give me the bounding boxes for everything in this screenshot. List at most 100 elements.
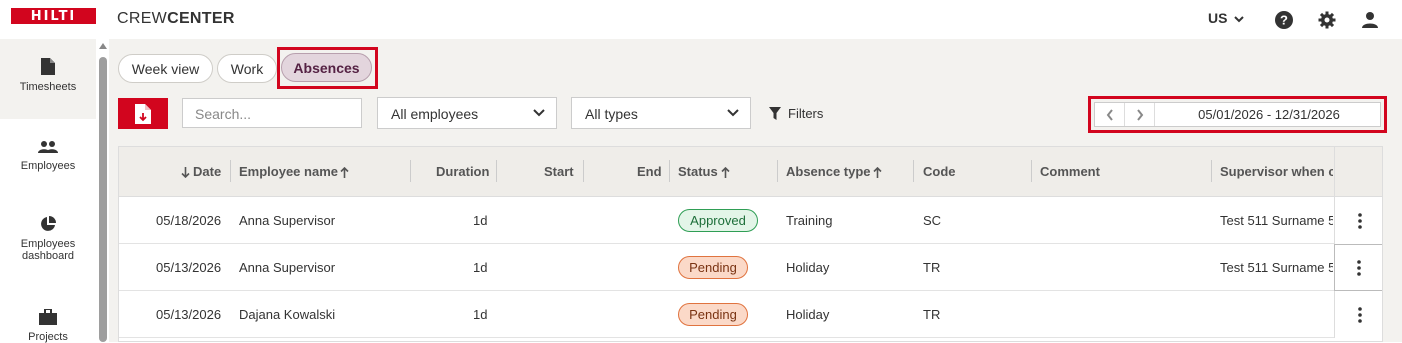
types-select[interactable]: All types bbox=[571, 97, 751, 129]
sidebar-item-employees[interactable]: Employees bbox=[0, 119, 96, 199]
cell-absence-type: Training bbox=[786, 213, 833, 228]
document-icon bbox=[41, 58, 55, 75]
previous-period-button[interactable] bbox=[1095, 103, 1125, 126]
kebab-menu-icon bbox=[1357, 306, 1362, 323]
cell-employee: Anna Supervisor bbox=[239, 260, 336, 275]
arrow-up-icon bbox=[873, 167, 882, 178]
user-icon[interactable] bbox=[1360, 10, 1380, 30]
arrow-up-icon bbox=[340, 167, 349, 178]
app-title-prefix: CREW bbox=[117, 10, 168, 27]
table-row[interactable]: 05/13/2026 Dajana Kowalski 1d Pending Ho… bbox=[119, 291, 1382, 338]
date-range-picker[interactable]: 05/01/2026 - 12/31/2026 bbox=[1094, 102, 1381, 127]
row-actions-button[interactable] bbox=[1334, 244, 1382, 291]
column-header-end[interactable]: End bbox=[637, 164, 662, 179]
column-header-supervisor[interactable]: Supervisor when cr bbox=[1220, 164, 1333, 179]
chevron-right-icon bbox=[1136, 108, 1143, 121]
sidebar-item-label: Timesheets bbox=[19, 81, 77, 93]
chevron-down-icon bbox=[533, 109, 545, 117]
cell-supervisor: Test 511 Surname 5 bbox=[1220, 260, 1333, 275]
column-separator[interactable] bbox=[1211, 160, 1212, 182]
sidebar-scrollbar[interactable] bbox=[97, 39, 109, 342]
hilti-logo[interactable]: HILTI bbox=[11, 8, 96, 24]
language-label: US bbox=[1208, 10, 1228, 26]
cell-code: TR bbox=[923, 307, 941, 322]
sidebar-item-projects[interactable]: Projects bbox=[0, 279, 96, 343]
file-download-icon bbox=[135, 103, 151, 124]
column-header-employee-name[interactable]: Employee name bbox=[239, 164, 338, 179]
gear-icon[interactable] bbox=[1317, 10, 1337, 30]
cell-duration: 1d bbox=[473, 213, 488, 228]
logo-text: HILTI bbox=[30, 8, 77, 24]
scroll-up-arrow-icon[interactable] bbox=[99, 43, 107, 49]
table-row[interactable]: 05/18/2026 Anna Supervisor 1d Approved T… bbox=[119, 197, 1382, 244]
employees-select[interactable]: All employees bbox=[377, 97, 557, 129]
column-separator[interactable] bbox=[1031, 160, 1032, 182]
actions-column-header bbox=[1334, 147, 1382, 197]
chevron-down-icon bbox=[1234, 16, 1245, 23]
status-badge: Pending bbox=[678, 256, 748, 279]
column-header-absence-type[interactable]: Absence type bbox=[786, 164, 871, 179]
date-range-value[interactable]: 05/01/2026 - 12/31/2026 bbox=[1157, 107, 1381, 122]
cell-date: 05/18/2026 bbox=[156, 213, 222, 228]
export-button[interactable] bbox=[118, 98, 168, 129]
sidebar: Timesheets Employees Employees dashboard… bbox=[0, 39, 96, 343]
cell-date: 05/13/2026 bbox=[156, 307, 222, 322]
help-icon[interactable]: ? bbox=[1274, 10, 1294, 30]
people-icon bbox=[38, 141, 58, 153]
tab-week-view[interactable]: Week view bbox=[118, 54, 213, 83]
row-actions-button[interactable] bbox=[1334, 197, 1382, 244]
language-selector[interactable]: US bbox=[1208, 10, 1245, 26]
cell-supervisor: Test 511 Surname 5 bbox=[1220, 213, 1333, 228]
column-header-start[interactable]: Start bbox=[544, 164, 574, 179]
cell-code: TR bbox=[923, 260, 941, 275]
cell-employee: Dajana Kowalski bbox=[239, 307, 336, 322]
chevron-left-icon bbox=[1106, 108, 1113, 121]
column-separator[interactable] bbox=[913, 160, 914, 182]
filter-icon bbox=[769, 107, 781, 120]
row-actions-button[interactable] bbox=[1334, 291, 1382, 338]
column-separator[interactable] bbox=[583, 160, 584, 182]
column-header-status[interactable]: Status bbox=[678, 164, 718, 179]
table-row[interactable]: 05/13/2026 Anna Supervisor 1d Pending Ho… bbox=[119, 244, 1382, 291]
cell-duration: 1d bbox=[473, 260, 488, 275]
column-separator[interactable] bbox=[230, 160, 231, 182]
pie-chart-icon bbox=[41, 216, 56, 231]
next-period-button[interactable] bbox=[1125, 103, 1155, 126]
filters-button[interactable]: Filters bbox=[769, 106, 823, 121]
cell-date: 05/13/2026 bbox=[156, 260, 222, 275]
column-header-comment[interactable]: Comment bbox=[1040, 164, 1100, 179]
status-badge: Approved bbox=[678, 209, 758, 232]
sidebar-item-employees-dashboard[interactable]: Employees dashboard bbox=[0, 199, 96, 279]
employees-select-value: All employees bbox=[391, 106, 479, 122]
status-badge: Pending bbox=[678, 303, 748, 326]
app-title-suffix: CENTER bbox=[167, 10, 235, 27]
cell-employee: Anna Supervisor bbox=[239, 213, 336, 228]
kebab-menu-icon bbox=[1357, 259, 1361, 276]
absences-table: Date Employee name Duration Start End St… bbox=[118, 146, 1383, 342]
column-separator[interactable] bbox=[669, 160, 670, 182]
search-input[interactable]: Search... bbox=[182, 98, 362, 128]
sidebar-item-timesheets[interactable]: Timesheets bbox=[0, 39, 96, 119]
cell-duration: 1d bbox=[473, 307, 488, 322]
column-separator[interactable] bbox=[777, 160, 778, 182]
column-header-date[interactable]: Date bbox=[193, 164, 221, 179]
arrow-up-icon bbox=[721, 167, 730, 178]
sidebar-item-label: Employees bbox=[20, 160, 76, 172]
column-header-duration[interactable]: Duration bbox=[436, 164, 489, 179]
app-title: CREWCENTER bbox=[117, 10, 235, 28]
tab-absences[interactable]: Absences bbox=[281, 53, 372, 82]
table-header: Date Employee name Duration Start End St… bbox=[119, 147, 1382, 197]
svg-text:?: ? bbox=[1280, 13, 1288, 28]
app-header: HILTI CREWCENTER US ? bbox=[0, 0, 1402, 39]
column-header-code[interactable]: Code bbox=[923, 164, 956, 179]
column-separator[interactable] bbox=[410, 160, 411, 182]
cell-absence-type: Holiday bbox=[786, 260, 830, 275]
kebab-menu-icon bbox=[1357, 212, 1362, 229]
briefcase-icon bbox=[39, 309, 57, 325]
column-separator[interactable] bbox=[496, 160, 497, 182]
scroll-thumb[interactable] bbox=[99, 57, 107, 342]
cell-absence-type: Holiday bbox=[786, 307, 830, 322]
tab-work[interactable]: Work bbox=[217, 54, 277, 83]
cell-code: SC bbox=[923, 213, 942, 228]
chevron-down-icon bbox=[727, 109, 739, 117]
